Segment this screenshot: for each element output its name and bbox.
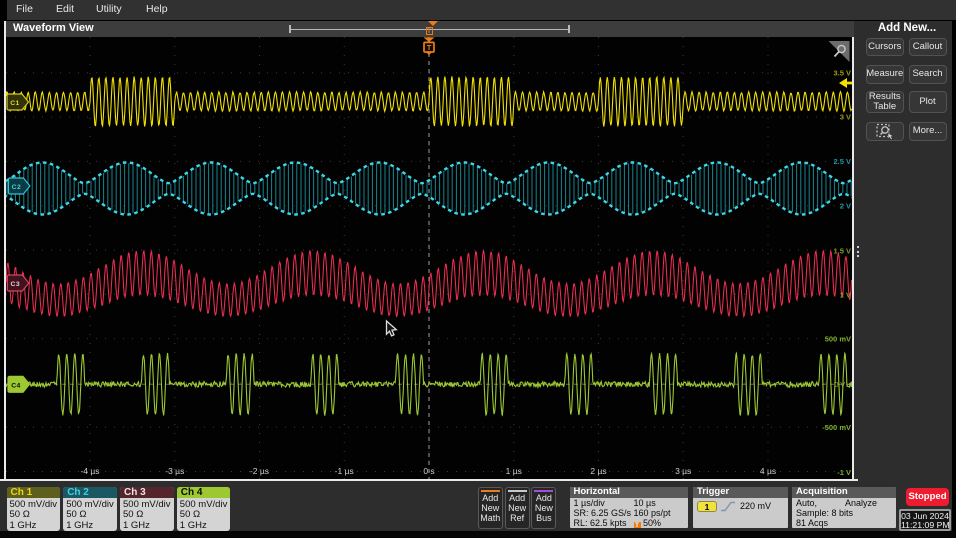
svg-text:2.5 V: 2.5 V: [833, 157, 851, 166]
svg-text:-3 µs: -3 µs: [165, 466, 184, 476]
svg-text:1.5 V: 1.5 V: [833, 246, 851, 255]
svg-text:T: T: [427, 43, 432, 52]
svg-text:C4: C4: [11, 382, 21, 389]
svg-text:500 mV: 500 mV: [825, 335, 851, 344]
svg-text:-1 µs: -1 µs: [335, 466, 354, 476]
svg-text:3 V: 3 V: [840, 112, 851, 121]
svg-text:-1 V: -1 V: [837, 468, 851, 477]
svg-text:C2: C2: [12, 184, 22, 191]
svg-text:2 µs: 2 µs: [590, 466, 606, 476]
svg-text:-2 µs: -2 µs: [250, 466, 269, 476]
svg-text:3.5 V: 3.5 V: [833, 68, 851, 77]
svg-text:0 V: 0 V: [834, 382, 845, 389]
svg-text:0 s: 0 s: [423, 466, 434, 476]
svg-text:C3: C3: [11, 281, 21, 288]
svg-text:-4 µs: -4 µs: [80, 466, 99, 476]
svg-text:-500 mV: -500 mV: [822, 423, 851, 432]
svg-text:4 µs: 4 µs: [760, 466, 776, 476]
svg-text:2 V: 2 V: [840, 201, 851, 210]
svg-text:1 V: 1 V: [840, 291, 851, 300]
svg-text:1 µs: 1 µs: [506, 466, 522, 476]
svg-text:C1: C1: [10, 100, 20, 107]
svg-text:3 µs: 3 µs: [675, 466, 691, 476]
